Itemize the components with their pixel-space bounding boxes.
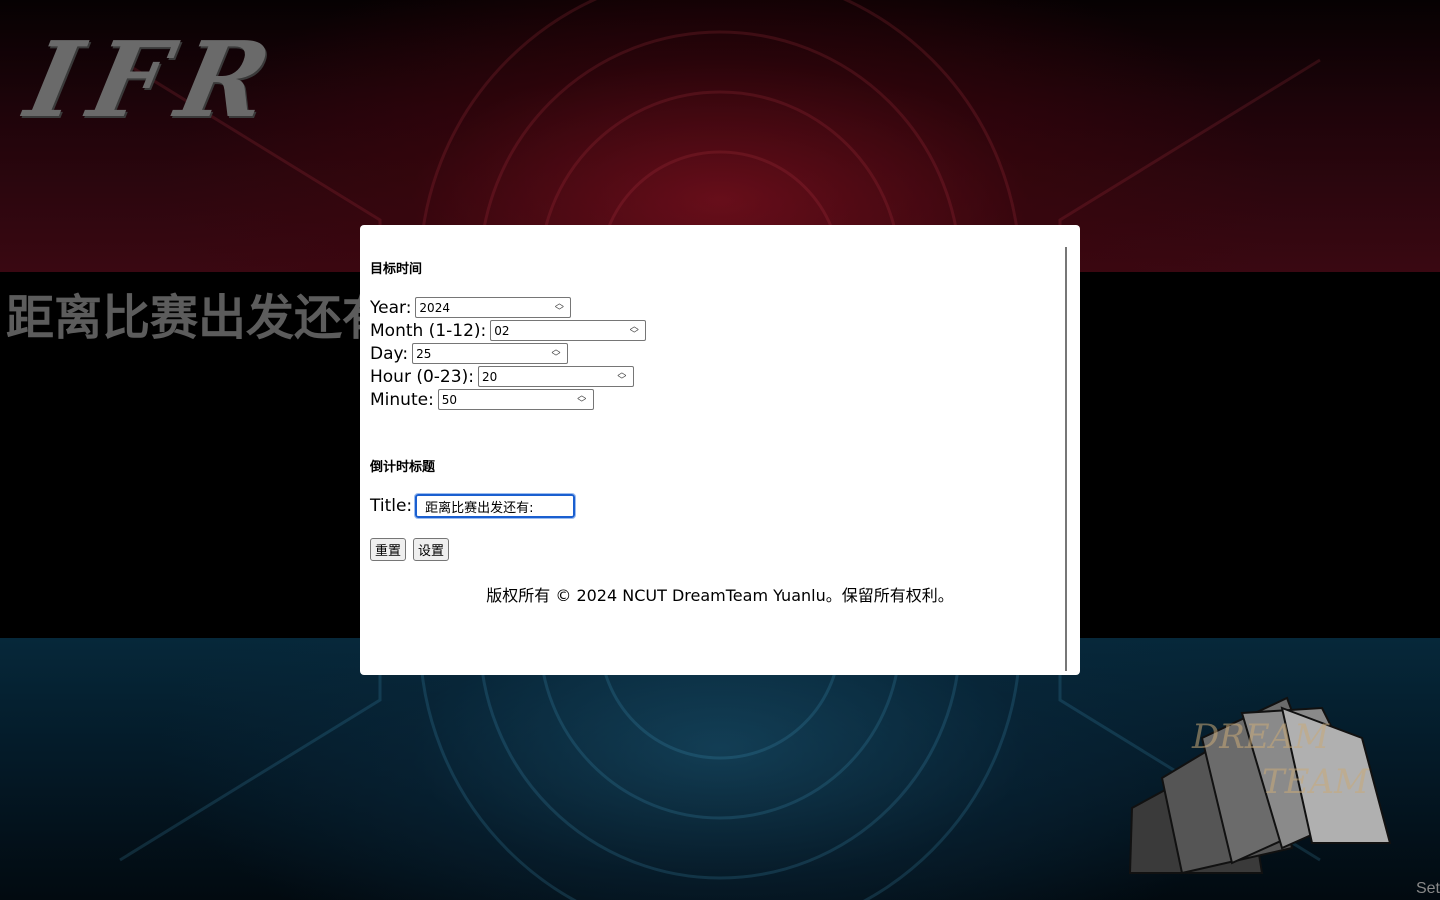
minute-spinner-icon[interactable]: ︿ ﹀	[574, 390, 590, 409]
hour-label: Hour (0-23):	[370, 366, 474, 387]
reset-button[interactable]: 重置	[370, 538, 407, 561]
title-row: Title: 距离比赛出发还有:	[370, 493, 577, 519]
countdown-title: 距离比赛出发还有	[6, 290, 391, 346]
title-input[interactable]: 距离比赛出发还有:	[414, 493, 577, 519]
month-row: Month (1-12): 02 ︿ ﹀	[370, 319, 647, 342]
countdown-title-heading: 倒计时标题	[370, 460, 436, 475]
set-button[interactable]: 设置	[413, 538, 450, 561]
day-row: Day: 25 ︿ ﹀	[370, 342, 569, 365]
year-spinner-icon[interactable]: ︿ ﹀	[551, 298, 567, 317]
hour-input[interactable]: 20 ︿ ﹀	[477, 366, 634, 387]
page: IFR 距离比赛出发还有 DREAM TEAM Set 目标时间 Year: 2…	[0, 0, 1440, 900]
month-value: 02	[494, 323, 510, 338]
day-input[interactable]: 25 ︿ ﹀	[412, 343, 569, 364]
minute-value: 50	[441, 392, 458, 407]
year-row: Year: 2024 ︿ ﹀	[370, 296, 572, 319]
day-spinner-icon[interactable]: ︿ ﹀	[548, 344, 564, 363]
svg-text:DREAM: DREAM	[1191, 717, 1330, 757]
minute-label: Minute:	[370, 389, 434, 410]
day-label: Day:	[370, 343, 409, 364]
title-label: Title:	[370, 496, 413, 516]
hour-row: Hour (0-23): 20 ︿ ﹀	[370, 365, 634, 388]
year-label: Year:	[370, 297, 412, 318]
month-spinner-icon[interactable]: ︿ ﹀	[626, 321, 642, 340]
target-time-heading: 目标时间	[370, 262, 423, 277]
year-input[interactable]: 2024 ︿ ﹀	[415, 297, 572, 318]
day-value: 25	[416, 346, 432, 361]
hour-spinner-icon[interactable]: ︿ ﹀	[614, 367, 630, 386]
minute-row: Minute: 50 ︿ ﹀	[370, 388, 594, 411]
hour-value: 20	[481, 369, 498, 384]
modal-divider	[1065, 247, 1067, 671]
svg-text:TEAM: TEAM	[1262, 762, 1370, 802]
ifr-logo: IFR	[16, 18, 294, 141]
month-label: Month (1-12):	[370, 320, 487, 341]
month-input[interactable]: 02 ︿ ﹀	[490, 320, 647, 341]
minute-input[interactable]: 50 ︿ ﹀	[437, 389, 594, 410]
corner-settings-text[interactable]: Set	[1416, 879, 1440, 900]
settings-modal: 目标时间 Year: 2024 ︿ ﹀ Month (1-12): 02 ︿ ﹀ D…	[360, 225, 1080, 675]
copyright-text: 版权所有 © 2024 NCUT DreamTeam Yuanlu。保留所有权利…	[486, 586, 954, 605]
year-value: 2024	[419, 300, 450, 315]
dreamteam-logo: DREAM TEAM	[1128, 696, 1392, 875]
